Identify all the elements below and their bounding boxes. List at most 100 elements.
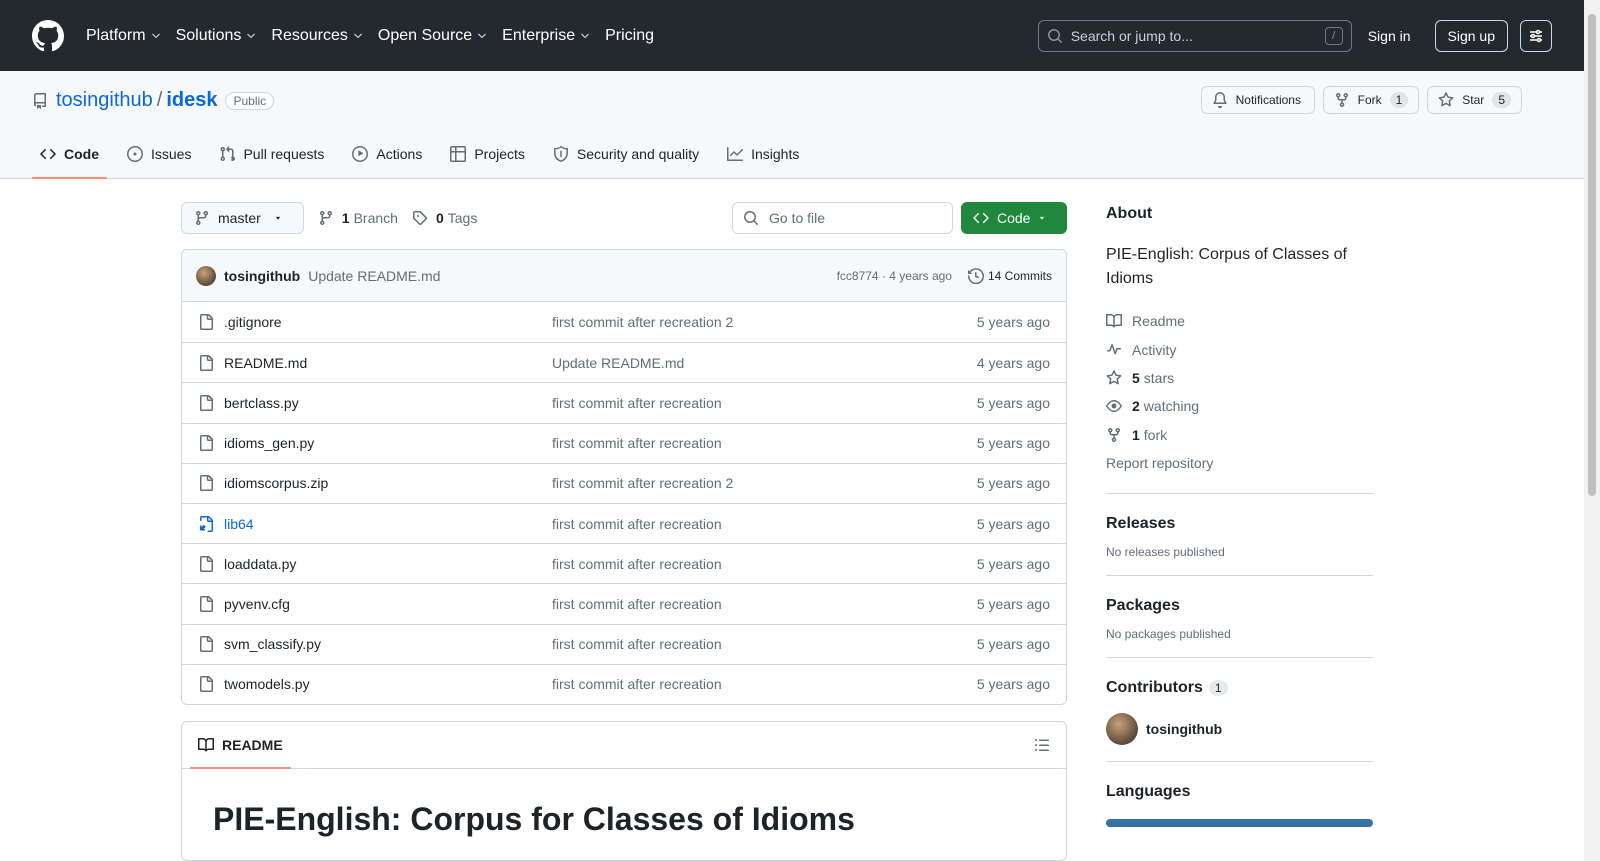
file-name-link[interactable]: lib64 [224,516,552,532]
notifications-button[interactable]: Notifications [1200,86,1315,114]
file-name-link[interactable]: pyvenv.cfg [224,596,552,612]
file-icon [200,314,213,331]
file-name-link[interactable]: README.md [224,355,552,371]
file-row[interactable]: loaddata.py first commit after recreation… [182,543,1066,583]
nav-pricing[interactable]: Pricing [605,20,664,52]
branches-link[interactable]: 1 Branch [318,210,398,226]
stars-link[interactable]: 5 stars [1106,364,1373,392]
file-row[interactable]: README.md Update README.md 4 years ago [182,342,1066,382]
code-icon [973,212,989,224]
scrollbar-thumb[interactable] [1588,14,1596,496]
activity-link[interactable]: Activity [1106,335,1373,363]
chevron-down-icon [247,33,256,38]
repo-name-link[interactable]: idesk [166,89,217,112]
sign-in-link[interactable]: Sign in [1368,28,1411,44]
tab-label: Security and quality [576,146,700,162]
file-name-link[interactable]: bertclass.py [224,395,552,411]
file-age: 5 years ago [976,595,1050,612]
file-icon [200,435,213,452]
file-name-link[interactable]: .gitignore [224,314,552,330]
file-row[interactable]: twomodels.py first commit after recreatio… [182,663,1066,704]
star-button[interactable]: Star 5 [1427,86,1522,114]
repo-owner-link[interactable]: tosingithub [56,89,153,112]
forks-link[interactable]: 1 fork [1106,421,1373,449]
global-search-input[interactable]: Search or jump to... / [1037,19,1352,52]
avatar [1106,713,1138,746]
about-links: Readme Activity 5 stars 2 watching 1 for… [1106,307,1373,477]
file-row[interactable]: .gitignore first commit after recreation … [182,302,1066,342]
main-content: master 1 Branch 0 Tags Go to file Code t… [181,202,1067,861]
file-row[interactable]: idiomscorpus.zip first commit after recre… [182,462,1066,503]
file-name-link[interactable]: twomodels.py [224,676,552,692]
contributors-heading[interactable]: Contributors 1 [1106,679,1373,697]
releases-heading[interactable]: Releases [1106,515,1373,533]
file-commit-message-link[interactable]: first commit after recreation 2 [552,475,977,491]
global-menu-button[interactable] [1520,19,1552,52]
global-nav: Platform Solutions Resources Open Source… [86,20,668,52]
tab-insights[interactable]: Insights [719,130,807,178]
file-row[interactable]: pyvenv.cfg first commit after recreation 5… [182,583,1066,623]
sign-up-button[interactable]: Sign up [1434,19,1508,52]
file-commit-message-link[interactable]: first commit after recreation [552,556,977,572]
file-name-link[interactable]: idiomscorpus.zip [224,475,552,491]
tab-pull-requests[interactable]: Pull requests [211,130,332,178]
tab-projects[interactable]: Projects [442,130,533,178]
readme-tab[interactable]: README [190,722,291,770]
report-repository-link[interactable]: Report repository [1106,449,1373,477]
nav-open-source[interactable]: Open Source [378,20,498,52]
page-scrollbar[interactable] [1584,0,1600,861]
file-row[interactable]: idioms_gen.py first commit after recreati… [182,422,1066,463]
activity-link-label: Activity [1132,341,1177,358]
file-commit-message-link[interactable]: first commit after recreation [552,435,977,451]
packages-heading[interactable]: Packages [1106,597,1373,615]
commit-hash-age[interactable]: fcc8774 · 4 years ago [837,269,952,283]
commit-message-link[interactable]: Update README.md [308,268,440,284]
contributor-item[interactable]: tosingithub [1106,713,1373,746]
tab-actions[interactable]: Actions [344,130,430,178]
star-label: Star [1462,93,1485,107]
fork-icon [1335,92,1348,108]
global-header: Platform Solutions Resources Open Source… [0,0,1584,71]
file-name-link[interactable]: idioms_gen.py [224,435,552,451]
nav-platform[interactable]: Platform [86,20,172,52]
github-logo-icon[interactable] [32,19,64,52]
file-row[interactable]: bertclass.py first commit after recreatio… [182,382,1066,422]
caret-down-icon [1039,216,1045,220]
file-name-link[interactable]: svm_classify.py [224,636,552,652]
pull-request-icon [220,146,236,162]
tab-code[interactable]: Code [32,130,107,179]
tags-link[interactable]: 0 Tags [412,210,477,226]
file-commit-message-link[interactable]: first commit after recreation [552,676,977,692]
readme-link[interactable]: Readme [1106,307,1373,335]
commits-count-label: 14 Commits [987,268,1052,283]
code-dropdown-button[interactable]: Code [961,202,1067,234]
nav-solutions[interactable]: Solutions [176,20,268,52]
tab-label: Insights [751,146,800,162]
commit-author-link[interactable]: tosingithub [224,268,300,284]
file-row[interactable]: lib64 first commit after recreation 5 year… [182,502,1066,543]
file-name-link[interactable]: loaddata.py [224,556,552,572]
avatar[interactable] [196,265,216,286]
tags-count: 0 [435,210,444,226]
shield-icon [553,146,568,162]
file-commit-message-link[interactable]: first commit after recreation [552,516,977,532]
commits-history-link[interactable]: 14 Commits [967,267,1052,284]
search-icon [744,211,758,225]
contributor-name: tosingithub [1146,721,1223,738]
language-bar [1106,819,1373,828]
nav-enterprise[interactable]: Enterprise [502,20,601,52]
file-row[interactable]: svm_classify.py first commit after recrea… [182,623,1066,664]
fork-button[interactable]: Fork 1 [1322,86,1420,114]
branch-selector[interactable]: master [181,202,304,234]
tab-security[interactable]: Security and quality [545,130,707,178]
file-commit-message-link[interactable]: first commit after recreation [552,636,977,652]
file-commit-message-link[interactable]: first commit after recreation [552,395,977,411]
tab-issues[interactable]: Issues [119,130,199,178]
nav-resources[interactable]: Resources [271,20,373,52]
watchers-link[interactable]: 2 watching [1106,392,1373,420]
go-to-file-input[interactable]: Go to file [732,202,953,234]
file-commit-message-link[interactable]: first commit after recreation [552,596,977,612]
file-commit-message-link[interactable]: Update README.md [552,355,977,371]
list-unordered-icon[interactable] [1034,737,1050,753]
file-commit-message-link[interactable]: first commit after recreation 2 [552,314,977,330]
